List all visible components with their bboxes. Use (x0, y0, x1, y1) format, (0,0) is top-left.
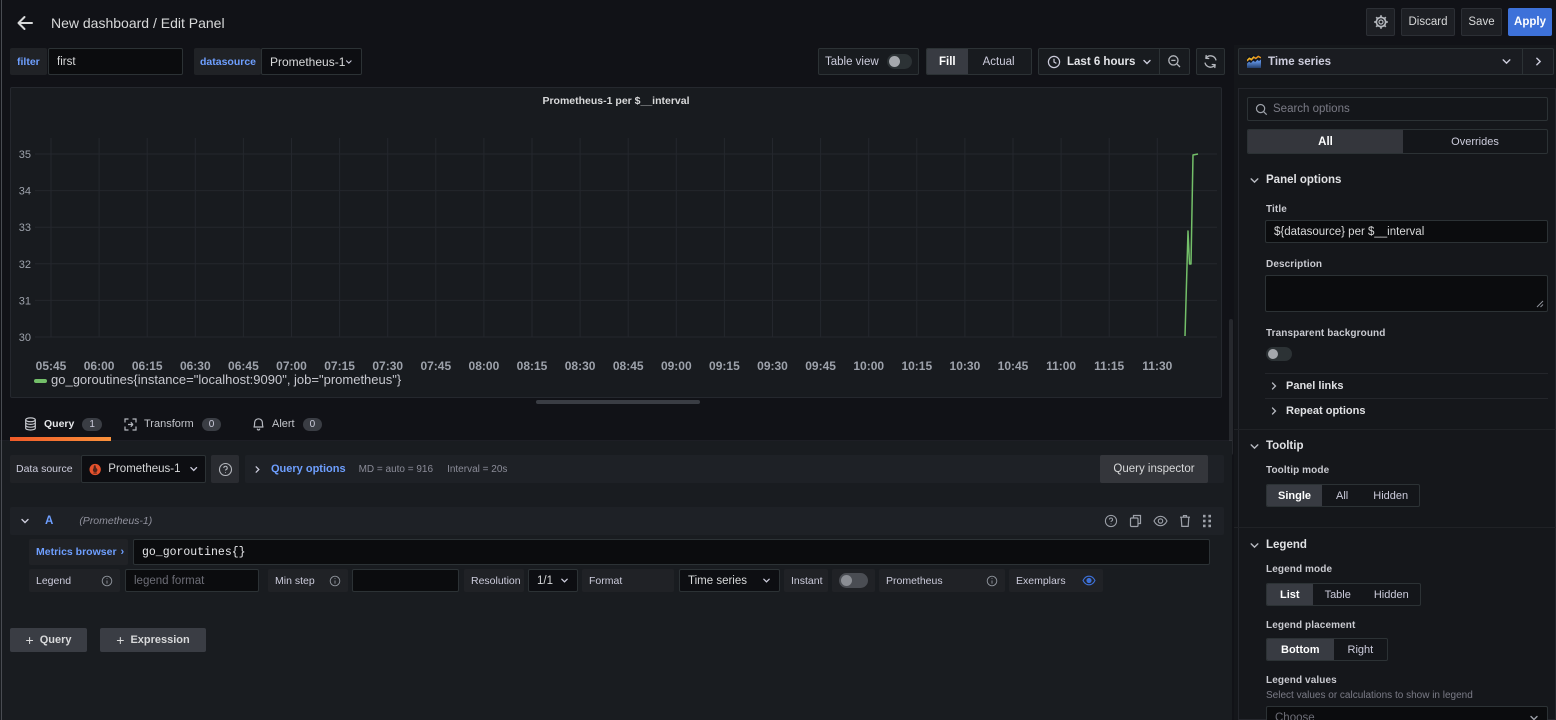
svg-text:06:45: 06:45 (228, 359, 259, 373)
svg-text:09:45: 09:45 (805, 359, 836, 373)
svg-text:06:00: 06:00 (84, 359, 115, 373)
svg-text:32: 32 (19, 259, 31, 271)
svg-text:30: 30 (19, 332, 31, 344)
svg-text:10:00: 10:00 (853, 359, 884, 373)
svg-text:08:15: 08:15 (517, 359, 548, 373)
svg-text:08:45: 08:45 (613, 359, 644, 373)
svg-text:08:00: 08:00 (469, 359, 500, 373)
svg-text:07:00: 07:00 (276, 359, 307, 373)
svg-text:31: 31 (19, 295, 31, 307)
svg-text:11:15: 11:15 (1094, 359, 1124, 373)
svg-text:35: 35 (19, 149, 31, 161)
svg-text:10:15: 10:15 (901, 359, 932, 373)
svg-text:09:15: 09:15 (709, 359, 740, 373)
svg-text:07:15: 07:15 (324, 359, 355, 373)
svg-text:09:30: 09:30 (757, 359, 788, 373)
svg-text:34: 34 (19, 186, 31, 198)
svg-text:33: 33 (19, 222, 31, 234)
svg-text:11:30: 11:30 (1142, 359, 1172, 373)
svg-text:07:45: 07:45 (420, 359, 451, 373)
svg-text:11:00: 11:00 (1046, 359, 1076, 373)
svg-text:09:00: 09:00 (661, 359, 692, 373)
svg-text:06:15: 06:15 (132, 359, 163, 373)
svg-text:08:30: 08:30 (565, 359, 596, 373)
svg-text:go_goroutines{instance="localh: go_goroutines{instance="localhost:9090",… (51, 372, 402, 387)
svg-text:07:30: 07:30 (372, 359, 403, 373)
svg-text:05:45: 05:45 (36, 359, 67, 373)
svg-text:10:30: 10:30 (950, 359, 981, 373)
svg-text:10:45: 10:45 (998, 359, 1029, 373)
svg-text:06:30: 06:30 (180, 359, 211, 373)
